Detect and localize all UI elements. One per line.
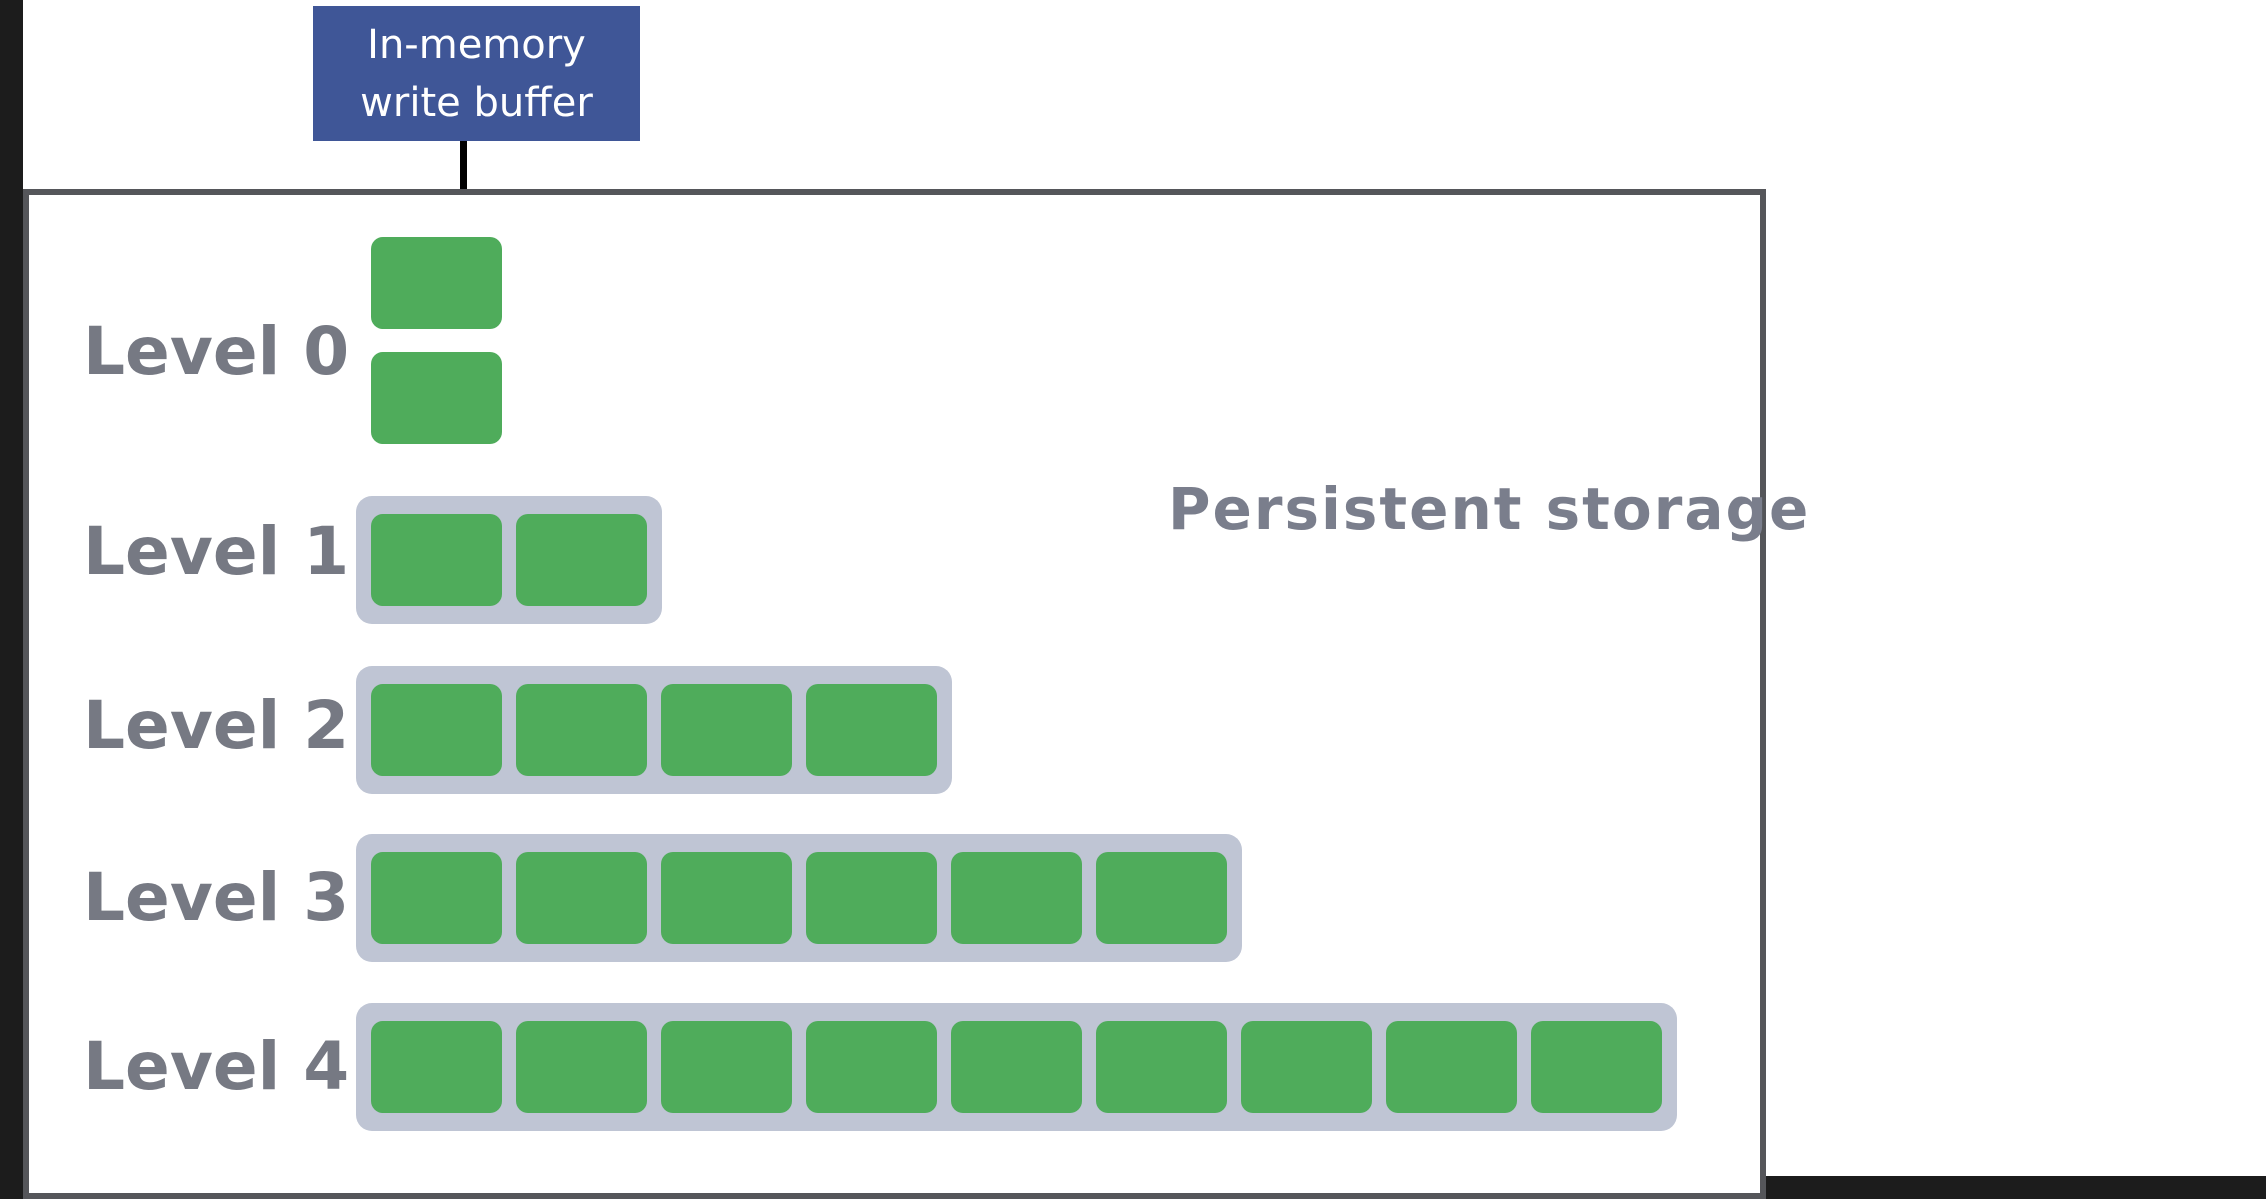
- level-4-sstable-block: [516, 1021, 647, 1113]
- level-0-label: Level 0: [83, 313, 350, 390]
- level-4-sstable-block: [1386, 1021, 1517, 1113]
- level-0-sstable-block: [371, 352, 502, 444]
- level-3-sstable-block: [806, 852, 937, 944]
- write-buffer-box: In-memory write buffer: [313, 6, 640, 141]
- diagram-canvas: In-memory write buffer Persistent storag…: [23, 0, 2266, 1199]
- write-buffer-label-line1: In-memory: [367, 21, 586, 68]
- level-2-label: Level 2: [83, 687, 350, 764]
- level-2-sstable-block: [806, 684, 937, 776]
- level-3-sstable-block: [951, 852, 1082, 944]
- level-2-sstable-block: [371, 684, 502, 776]
- level-2-sstable-block: [516, 684, 647, 776]
- level-3-label: Level 3: [83, 859, 350, 936]
- level-1-sstable-block: [371, 514, 502, 606]
- level-1-label: Level 1: [83, 513, 350, 590]
- level-3-sstable-block: [516, 852, 647, 944]
- level-1-sstable-block: [516, 514, 647, 606]
- level-3-sstable-block: [1096, 852, 1227, 944]
- level-4-sstable-block: [1531, 1021, 1662, 1113]
- level-3-sstable-block: [371, 852, 502, 944]
- level-0-sstable-block: [371, 237, 502, 329]
- level-4-sstable-block: [371, 1021, 502, 1113]
- level-4-sstable-block: [951, 1021, 1082, 1113]
- level-4-sstable-block: [1241, 1021, 1372, 1113]
- level-4-sstable-block: [806, 1021, 937, 1113]
- write-buffer-label-line2: write buffer: [360, 79, 593, 126]
- persistent-storage-label: Persistent storage: [1168, 475, 1811, 543]
- level-2-sstable-block: [661, 684, 792, 776]
- level-4-sstable-block: [661, 1021, 792, 1113]
- level-3-sstable-block: [661, 852, 792, 944]
- level-4-label: Level 4: [83, 1028, 350, 1105]
- level-4-sstable-block: [1096, 1021, 1227, 1113]
